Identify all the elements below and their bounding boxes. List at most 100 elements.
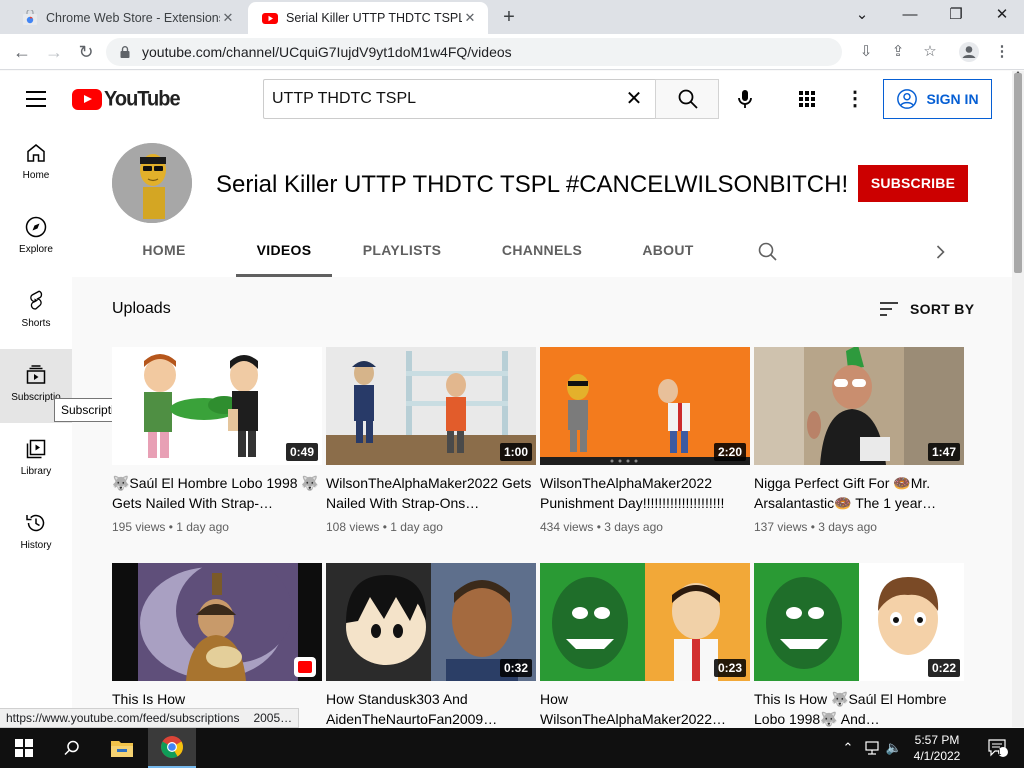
volume-icon[interactable]: 🔈 [884,738,904,758]
video-title[interactable]: WilsonTheAlphaMaker2022 Gets Nailed With… [326,473,536,513]
new-tab-button[interactable]: + [498,6,520,28]
file-explorer-button[interactable] [98,728,146,768]
video-thumbnail[interactable]: 0:49 [112,347,322,465]
tab-home[interactable]: HOME [132,231,196,277]
tab-search-icon[interactable]: ⌄ [840,0,884,30]
share-icon[interactable]: ⇪ [886,40,910,64]
video-card[interactable]: This Is How [112,563,322,729]
video-thumbnail[interactable]: 2:20 [540,347,750,465]
chrome-taskbar-button[interactable] [148,728,196,768]
video-card[interactable]: 2:20 WilsonTheAlphaMaker2022 Punishment … [540,347,750,534]
video-title[interactable]: WilsonTheAlphaMaker2022 Punishment Day!!… [540,473,750,513]
search-input[interactable]: UTTP THDTC TSPL [263,79,655,119]
video-title[interactable]: This Is How 🐺Saúl El Hombre Lobo 1998🐺 A… [754,689,964,729]
settings-more-icon[interactable]: ⋮ [843,87,867,111]
video-thumbnail[interactable]: 0:23 [540,563,750,681]
search-button[interactable] [655,79,719,119]
video-card[interactable]: 0:22 This Is How 🐺Saúl El Hombre Lobo 19… [754,563,964,729]
chevron-right-icon[interactable] [928,240,952,264]
guide-item-explore[interactable]: Explore [0,201,72,275]
video-title-text: This Is How [112,691,186,707]
video-title[interactable]: Nigga Perfect Gift For 🍩Mr. Arsalantasti… [754,473,964,513]
video-card[interactable]: 0:49 🐺Saúl El Hombre Lobo 1998 🐺 Gets Na… [112,347,322,534]
forward-button[interactable]: → [42,40,66,64]
video-meta: 137 views • 3 days ago [754,520,877,534]
guide-menu-icon[interactable] [24,87,48,111]
voice-search-mic-icon[interactable] [733,87,757,111]
video-card[interactable]: 1:47 Nigga Perfect Gift For 🍩Mr. Arsalan… [754,347,964,534]
minimize-button[interactable]: — [888,0,932,30]
back-button[interactable]: ← [10,40,34,64]
video-meta: 108 views • 1 day ago [326,520,443,534]
youtube-logo[interactable]: YouTube [72,87,181,110]
browser-tab-strip: Chrome Web Store - Extensions ✕ Serial K… [0,0,1024,34]
close-tab-icon[interactable]: ✕ [220,10,236,26]
clock[interactable]: 5:57 PM 4/1/2022 [902,732,972,764]
profile-icon[interactable] [957,40,981,64]
video-card[interactable]: 0:23 How WilsonTheAlphaMaker2022… [540,563,750,729]
shorts-icon [30,290,43,310]
guide-item-library[interactable]: Library [0,423,72,497]
video-thumbnail[interactable]: 0:22 [754,563,964,681]
video-duration: 0:32 [499,659,532,677]
sign-in-button[interactable]: SIGN IN [883,79,992,119]
video-title[interactable]: How Standusk303 And AidenTheNaurtoFan200… [326,689,536,729]
install-icon[interactable]: ⇩ [854,40,878,64]
subscribe-button[interactable]: SUBSCRIBE [858,165,968,202]
video-title[interactable]: 🐺Saúl El Hombre Lobo 1998 🐺 Gets Nailed … [112,473,322,513]
page-scrollbar[interactable] [1012,71,1024,727]
video-thumbnail[interactable]: 1:47 [754,347,964,465]
video-duration: 1:47 [927,443,960,461]
video-thumbnail[interactable]: 1:00 [326,347,536,465]
close-window-button[interactable]: ✕ [980,0,1024,30]
partial-title-overflow: 2005… [253,711,293,725]
tab-channels[interactable]: CHANNELS [494,231,590,277]
clock-time: 5:57 PM [914,733,960,747]
reload-button[interactable]: ↻ [74,40,98,64]
channel-title: Serial Killer UTTP THDTC TSPL #CANCELWIL… [216,171,849,198]
sort-label: SORT BY [910,301,975,317]
guide-item-history[interactable]: History [0,497,72,571]
notifications-icon[interactable]: 1 [984,738,1012,758]
close-tab-icon[interactable]: ✕ [462,10,478,26]
network-icon[interactable] [862,738,882,758]
scrollbar-thumb[interactable] [1014,73,1022,273]
show-hidden-icons-chevron-icon[interactable]: ⌃ [838,738,858,758]
youtube-play-icon [72,88,102,110]
home-icon [27,144,45,162]
tab-videos[interactable]: VIDEOS [236,231,332,277]
bookmark-star-icon[interactable]: ☆ [918,40,942,64]
guide-item-home[interactable]: Home [0,127,72,201]
video-card[interactable]: 1:00 WilsonTheAlphaMaker2022 Gets Nailed… [326,347,536,534]
lock-icon [120,46,130,58]
tab-about[interactable]: ABOUT [636,231,700,277]
guide-item-shorts[interactable]: Shorts [0,275,72,349]
channel-search-icon[interactable] [756,240,780,264]
tab-youtube-channel[interactable]: Serial Killer UTTP THDTC TSPL #C ✕ [248,2,488,34]
chrome-menu-icon[interactable]: ⋮ [990,40,1014,64]
video-thumbnail[interactable]: 0:32 [326,563,536,681]
browser-toolbar: ← → ↻ youtube.com/channel/UCquiG7IujdV9y… [0,34,1024,70]
sort-by-button[interactable]: SORT BY [878,300,974,318]
search-icon [678,89,698,109]
tab-title: Serial Killer UTTP THDTC TSPL #C [286,11,462,25]
taskbar-search-button[interactable] [48,728,96,768]
library-icon [26,439,46,459]
start-button[interactable] [0,728,48,768]
clear-search-icon[interactable]: ✕ [622,87,646,111]
restore-button[interactable]: ❐ [934,0,978,30]
chrome-web-store-icon [23,10,37,25]
apps-grid-icon[interactable] [795,87,819,111]
tab-playlists[interactable]: PLAYLISTS [356,231,448,277]
video-card[interactable]: 0:32 How Standusk303 And AidenTheNaurtoF… [326,563,536,729]
channel-avatar[interactable] [112,143,192,223]
video-duration: 0:22 [927,659,960,677]
tab-chrome-web-store[interactable]: Chrome Web Store - Extensions ✕ [8,2,246,34]
video-title[interactable]: How WilsonTheAlphaMaker2022… [540,689,750,729]
tab-title: Chrome Web Store - Extensions [46,11,220,25]
video-thumbnail[interactable] [112,563,322,681]
guide-label: Explore [19,244,53,255]
clock-date: 4/1/2022 [913,749,961,763]
video-duration: 0:49 [285,443,318,461]
address-bar[interactable]: youtube.com/channel/UCquiG7IujdV9yt1doM1… [106,38,842,66]
